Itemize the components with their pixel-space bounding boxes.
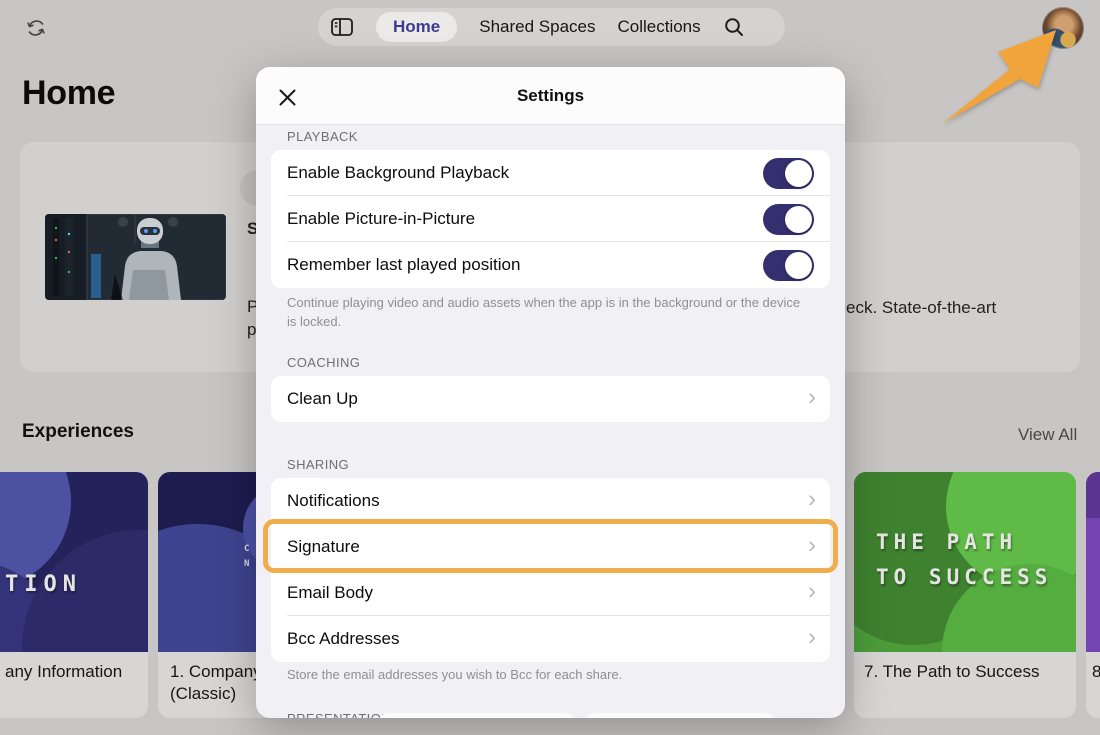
experience-card-next[interactable]: 8 (1086, 472, 1100, 718)
settings-modal: Settings PLAYBACK Enable Background Play… (256, 67, 845, 718)
tab-shared-spaces[interactable]: Shared Spaces (479, 17, 595, 37)
app-window: Home Shared Spaces Collections Home (0, 0, 1100, 735)
settings-title: Settings (256, 67, 845, 125)
toggle-background-playback[interactable] (763, 158, 814, 189)
chevron-right-icon: › (808, 623, 816, 651)
sharing-group: Notifications › Signature › Email Body ›… (271, 478, 830, 662)
row-label: Notifications (287, 491, 380, 511)
card-art-text: CN (244, 542, 250, 572)
row-enable-background-playback[interactable]: Enable Background Playback (271, 150, 830, 196)
card-caption: 7. The Path to Success (854, 652, 1076, 692)
row-label: Signature (287, 537, 360, 557)
row-enable-picture-in-picture[interactable]: Enable Picture-in-Picture (271, 196, 830, 242)
row-notifications[interactable]: Notifications › (271, 478, 830, 524)
tab-home[interactable]: Home (376, 12, 457, 42)
video-thumbnail-robot[interactable] (45, 214, 226, 300)
presentation-card-peek (378, 713, 575, 718)
row-label: Bcc Addresses (287, 629, 399, 649)
row-bcc-addresses[interactable]: Bcc Addresses › (271, 616, 830, 662)
row-label: Email Body (287, 583, 373, 603)
row-label: Enable Background Playback (287, 163, 509, 183)
section-coaching: COACHING (287, 355, 360, 370)
row-email-body[interactable]: Email Body › (271, 570, 830, 616)
row-label: Enable Picture-in-Picture (287, 209, 475, 229)
hero-text-fragment-right: eck. State-of-the-art (846, 298, 996, 318)
chevron-right-icon: › (808, 383, 816, 411)
section-playback: PLAYBACK (287, 129, 358, 144)
top-navigation-bar: Home Shared Spaces Collections (318, 8, 785, 46)
sidebar-toggle-icon[interactable] (330, 16, 354, 38)
page-title: Home (22, 74, 115, 113)
card-caption: 8 (1086, 652, 1100, 692)
section-presentation: PRESENTATION (287, 711, 391, 718)
chevron-right-icon: › (808, 577, 816, 605)
tab-collections[interactable]: Collections (617, 17, 700, 37)
toggle-remember-position[interactable] (763, 250, 814, 281)
annotation-arrow (938, 22, 1063, 127)
experience-card-path-to-success[interactable]: THE PATHTO SUCCESS 7. The Path to Succes… (854, 472, 1076, 718)
view-all-link[interactable]: View All (1018, 425, 1077, 445)
row-label: Clean Up (287, 389, 358, 409)
card-art-text: THE PATHTO SUCCESS (876, 525, 1052, 595)
close-icon[interactable] (276, 86, 298, 108)
sharing-footnote: Store the email addresses you wish to Bc… (287, 665, 812, 684)
sync-refresh-icon[interactable] (24, 16, 48, 40)
presentation-card-peek (585, 713, 775, 718)
card-caption: any Information (0, 652, 148, 692)
playback-footnote: Continue playing video and audio assets … (287, 293, 812, 331)
experience-card-company-information[interactable]: PANYORMATION any Information (0, 472, 148, 718)
row-clean-up[interactable]: Clean Up › (271, 376, 830, 422)
card-art-text: PANYORMATION (0, 532, 82, 602)
chevron-right-icon: › (808, 485, 816, 513)
search-icon[interactable] (723, 16, 745, 38)
row-signature[interactable]: Signature › (271, 524, 830, 570)
section-sharing: SHARING (287, 457, 349, 472)
chevron-right-icon: › (808, 531, 816, 559)
row-label: Remember last played position (287, 255, 520, 275)
playback-group: Enable Background Playback Enable Pictur… (271, 150, 830, 288)
experiences-heading: Experiences (22, 421, 134, 443)
toggle-picture-in-picture[interactable] (763, 204, 814, 235)
row-remember-last-played[interactable]: Remember last played position (271, 242, 830, 288)
coaching-group: Clean Up › (271, 376, 830, 422)
